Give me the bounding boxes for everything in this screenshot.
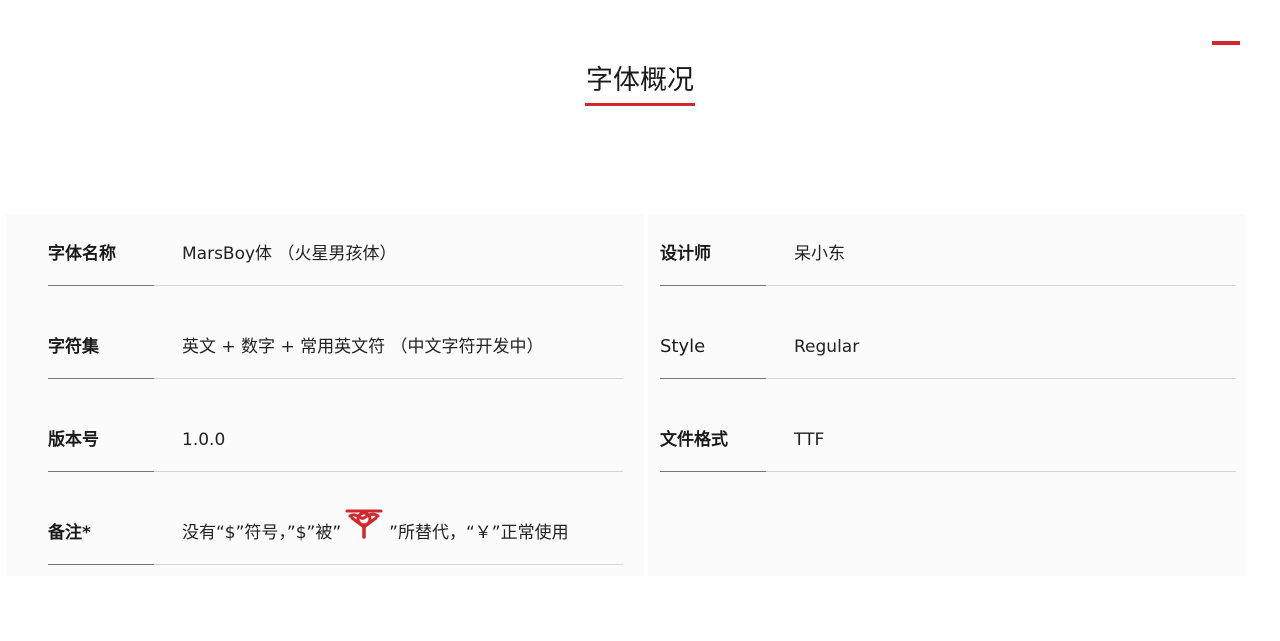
title-wrap: 字体概况 <box>0 62 1280 106</box>
info-row-format: 文件格式 TTF <box>660 401 1236 494</box>
version-label: 版本号 <box>48 430 99 450</box>
designer-label: 设计师 <box>660 244 711 264</box>
style-label: Style <box>660 336 706 357</box>
label-divider <box>660 285 766 286</box>
info-row-charset: 字符集 英文 + 数字 + 常用英文符 （中文字符开发中） <box>48 308 623 401</box>
label-divider <box>48 564 154 565</box>
format-value: TTF <box>794 430 825 450</box>
format-label: 文件格式 <box>660 430 728 450</box>
font-name-value: MarsBoy体 （火星男孩体） <box>182 244 397 264</box>
label-divider <box>48 378 154 379</box>
designer-value: 呆小东 <box>794 244 845 264</box>
font-overview-page: 字体概况 字体名称 MarsBoy体 （火星男孩体） 设计师 呆小东 字符集 英… <box>0 0 1280 641</box>
notes-text-after: ”所替代，“￥”正常使用 <box>389 523 569 543</box>
label-divider <box>48 285 154 286</box>
label-divider <box>660 378 766 379</box>
info-row-notes: 备注* 没有“$”符号，”$”被” ”所替代，“￥”正常使用 <box>48 494 623 587</box>
notes-label: 备注* <box>48 523 91 543</box>
corner-accent-dash <box>1212 41 1240 45</box>
info-row-version: 版本号 1.0.0 <box>48 401 623 494</box>
info-row-designer: 设计师 呆小东 <box>660 215 1236 308</box>
label-divider <box>48 471 154 472</box>
label-divider <box>660 471 766 472</box>
version-value: 1.0.0 <box>182 430 226 450</box>
info-row-font-name: 字体名称 MarsBoy体 （火星男孩体） <box>48 215 623 308</box>
font-name-label: 字体名称 <box>48 244 116 264</box>
red-replacement-glyph-icon <box>345 509 383 539</box>
page-title: 字体概况 <box>585 62 695 106</box>
charset-value: 英文 + 数字 + 常用英文符 （中文字符开发中） <box>182 337 544 357</box>
info-row-style: Style Regular <box>660 308 1236 401</box>
style-value: Regular <box>794 337 860 357</box>
notes-value: 没有“$”符号，”$”被” ”所替代，“￥”正常使用 <box>182 494 569 572</box>
notes-text-before: 没有“$”符号，”$”被” <box>182 523 342 543</box>
charset-label: 字符集 <box>48 337 99 357</box>
